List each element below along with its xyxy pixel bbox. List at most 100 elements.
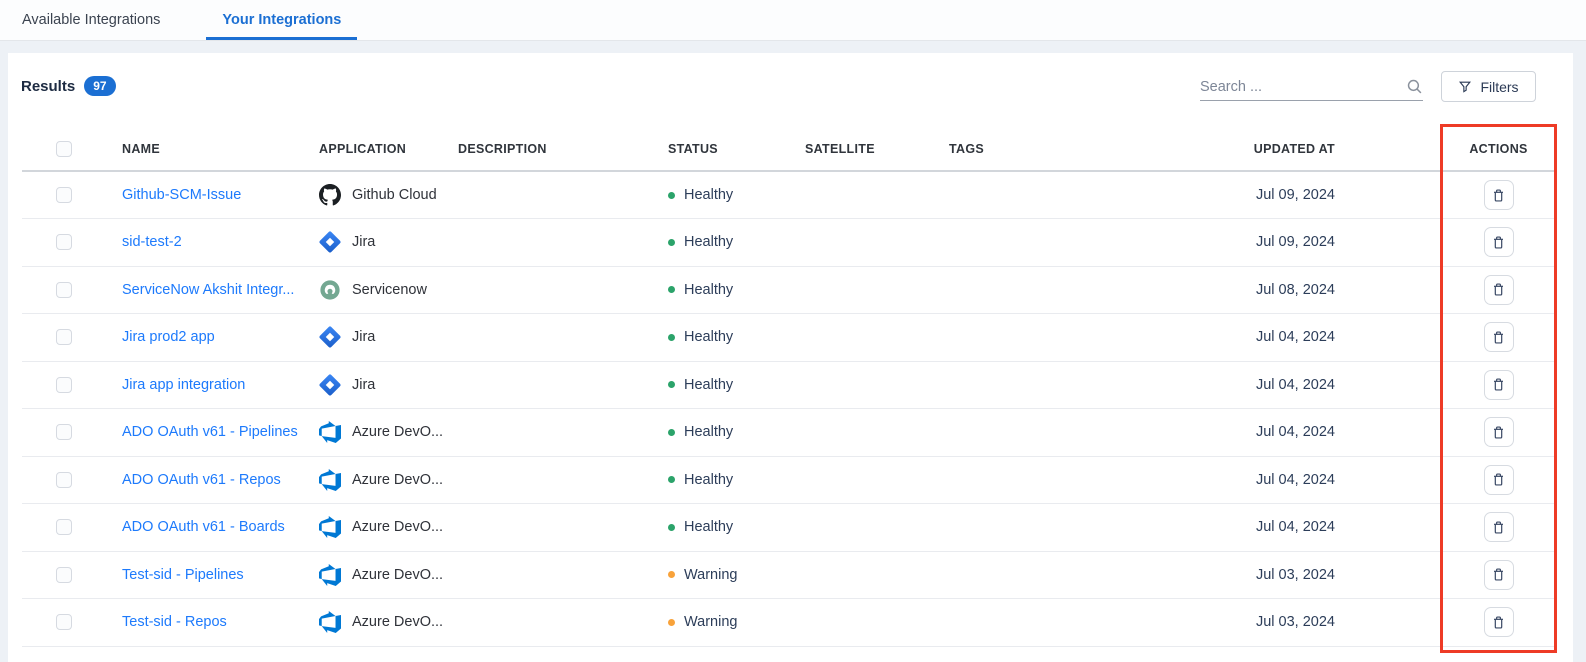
- trash-icon: [1491, 330, 1506, 345]
- github-icon: [319, 184, 341, 206]
- tab-your-integrations[interactable]: Your Integrations: [206, 3, 357, 40]
- tags-cell: [949, 409, 1185, 457]
- status-dot: [668, 192, 675, 199]
- delete-button[interactable]: [1484, 607, 1514, 637]
- status-label: Healthy: [684, 329, 733, 345]
- results-summary: Results 97: [21, 76, 116, 96]
- trash-icon: [1491, 282, 1506, 297]
- satellite-cell: [805, 314, 949, 362]
- integration-name-link[interactable]: sid-test-2: [122, 234, 182, 250]
- row-checkbox[interactable]: [56, 614, 72, 630]
- application-name: Servicenow: [352, 282, 427, 298]
- tags-cell: [949, 599, 1185, 647]
- delete-button[interactable]: [1484, 227, 1514, 257]
- status-dot: [668, 381, 675, 388]
- integration-name-link[interactable]: Test-sid - Repos: [122, 614, 227, 630]
- azure-devops-icon: [319, 421, 341, 443]
- status-label: Healthy: [684, 424, 733, 440]
- satellite-cell: [805, 456, 949, 504]
- status-dot: [668, 619, 675, 626]
- column-header-satellite: SATELLITE: [805, 128, 949, 171]
- status-label: Warning: [684, 614, 737, 630]
- table-row: Jira prod2 app Jira Healthy Jul 04, 2024: [22, 314, 1557, 362]
- delete-button[interactable]: [1484, 322, 1514, 352]
- application-name: Azure DevO...: [352, 614, 443, 630]
- trash-icon: [1491, 235, 1506, 250]
- trash-icon: [1491, 520, 1506, 535]
- delete-button[interactable]: [1484, 417, 1514, 447]
- application-name: Jira: [352, 329, 375, 345]
- satellite-cell: [805, 551, 949, 599]
- delete-button[interactable]: [1484, 370, 1514, 400]
- integrations-panel: Results 97 Filters: [8, 53, 1573, 662]
- table-row: sid-test-2 Jira Healthy Jul 09, 2024: [22, 219, 1557, 267]
- table-body: Github-SCM-Issue Github Cloud Healthy Ju…: [22, 171, 1557, 646]
- integration-name-link[interactable]: Jira app integration: [122, 377, 245, 393]
- top-tab-bar: Available Integrations Your Integrations: [0, 0, 1586, 41]
- integration-name-link[interactable]: Test-sid - Pipelines: [122, 567, 244, 583]
- azure-devops-icon: [319, 611, 341, 633]
- status-label: Healthy: [684, 472, 733, 488]
- description-cell: [458, 266, 668, 314]
- status-label: Healthy: [684, 234, 733, 250]
- status-dot: [668, 571, 675, 578]
- table-row: ADO OAuth v61 - Boards Azure DevO... Hea…: [22, 504, 1557, 552]
- row-checkbox[interactable]: [56, 377, 72, 393]
- delete-button[interactable]: [1484, 560, 1514, 590]
- delete-button[interactable]: [1484, 275, 1514, 305]
- table-row: ADO OAuth v61 - Pipelines Azure DevO... …: [22, 409, 1557, 457]
- row-checkbox[interactable]: [56, 282, 72, 298]
- search-icon[interactable]: [1406, 78, 1423, 95]
- tab-available-integrations[interactable]: Available Integrations: [6, 3, 176, 40]
- status-label: Healthy: [684, 187, 733, 203]
- row-checkbox[interactable]: [56, 234, 72, 250]
- updated-at: Jul 08, 2024: [1185, 266, 1440, 314]
- search-input[interactable]: [1200, 79, 1406, 95]
- status-dot: [668, 476, 675, 483]
- delete-button[interactable]: [1484, 465, 1514, 495]
- azure-devops-icon: [319, 564, 341, 586]
- column-header-status: STATUS: [668, 128, 805, 171]
- updated-at: Jul 04, 2024: [1185, 314, 1440, 362]
- integration-name-link[interactable]: ServiceNow Akshit Integr...: [122, 282, 294, 298]
- description-cell: [458, 456, 668, 504]
- delete-button[interactable]: [1484, 512, 1514, 542]
- tags-cell: [949, 171, 1185, 219]
- trash-icon: [1491, 567, 1506, 582]
- column-header-application: APPLICATION: [319, 128, 458, 171]
- integration-name-link[interactable]: Jira prod2 app: [122, 329, 215, 345]
- table-row: ADO OAuth v61 - Repos Azure DevO... Heal…: [22, 456, 1557, 504]
- row-checkbox[interactable]: [56, 424, 72, 440]
- results-count-badge: 97: [84, 76, 115, 96]
- tags-cell: [949, 219, 1185, 267]
- status-label: Healthy: [684, 519, 733, 535]
- application-name: Azure DevO...: [352, 424, 443, 440]
- select-all-checkbox[interactable]: [56, 141, 72, 157]
- description-cell: [458, 599, 668, 647]
- integration-name-link[interactable]: ADO OAuth v61 - Repos: [122, 472, 281, 488]
- row-checkbox[interactable]: [56, 187, 72, 203]
- satellite-cell: [805, 266, 949, 314]
- status-label: Healthy: [684, 282, 733, 298]
- description-cell: [458, 551, 668, 599]
- row-checkbox[interactable]: [56, 329, 72, 345]
- integration-name-link[interactable]: Github-SCM-Issue: [122, 187, 241, 203]
- satellite-cell: [805, 361, 949, 409]
- jira-icon: [319, 326, 341, 348]
- column-header-actions: ACTIONS: [1440, 128, 1557, 171]
- row-checkbox[interactable]: [56, 567, 72, 583]
- jira-icon: [319, 374, 341, 396]
- updated-at: Jul 03, 2024: [1185, 551, 1440, 599]
- filters-button[interactable]: Filters: [1441, 71, 1536, 102]
- row-checkbox[interactable]: [56, 519, 72, 535]
- search-box: [1200, 73, 1423, 101]
- servicenow-icon: [319, 279, 341, 301]
- row-checkbox[interactable]: [56, 472, 72, 488]
- application-name: Azure DevO...: [352, 567, 443, 583]
- tags-cell: [949, 551, 1185, 599]
- delete-button[interactable]: [1484, 180, 1514, 210]
- integration-name-link[interactable]: ADO OAuth v61 - Pipelines: [122, 424, 298, 440]
- integration-name-link[interactable]: ADO OAuth v61 - Boards: [122, 519, 285, 535]
- application-name: Azure DevO...: [352, 519, 443, 535]
- results-label: Results: [21, 78, 75, 95]
